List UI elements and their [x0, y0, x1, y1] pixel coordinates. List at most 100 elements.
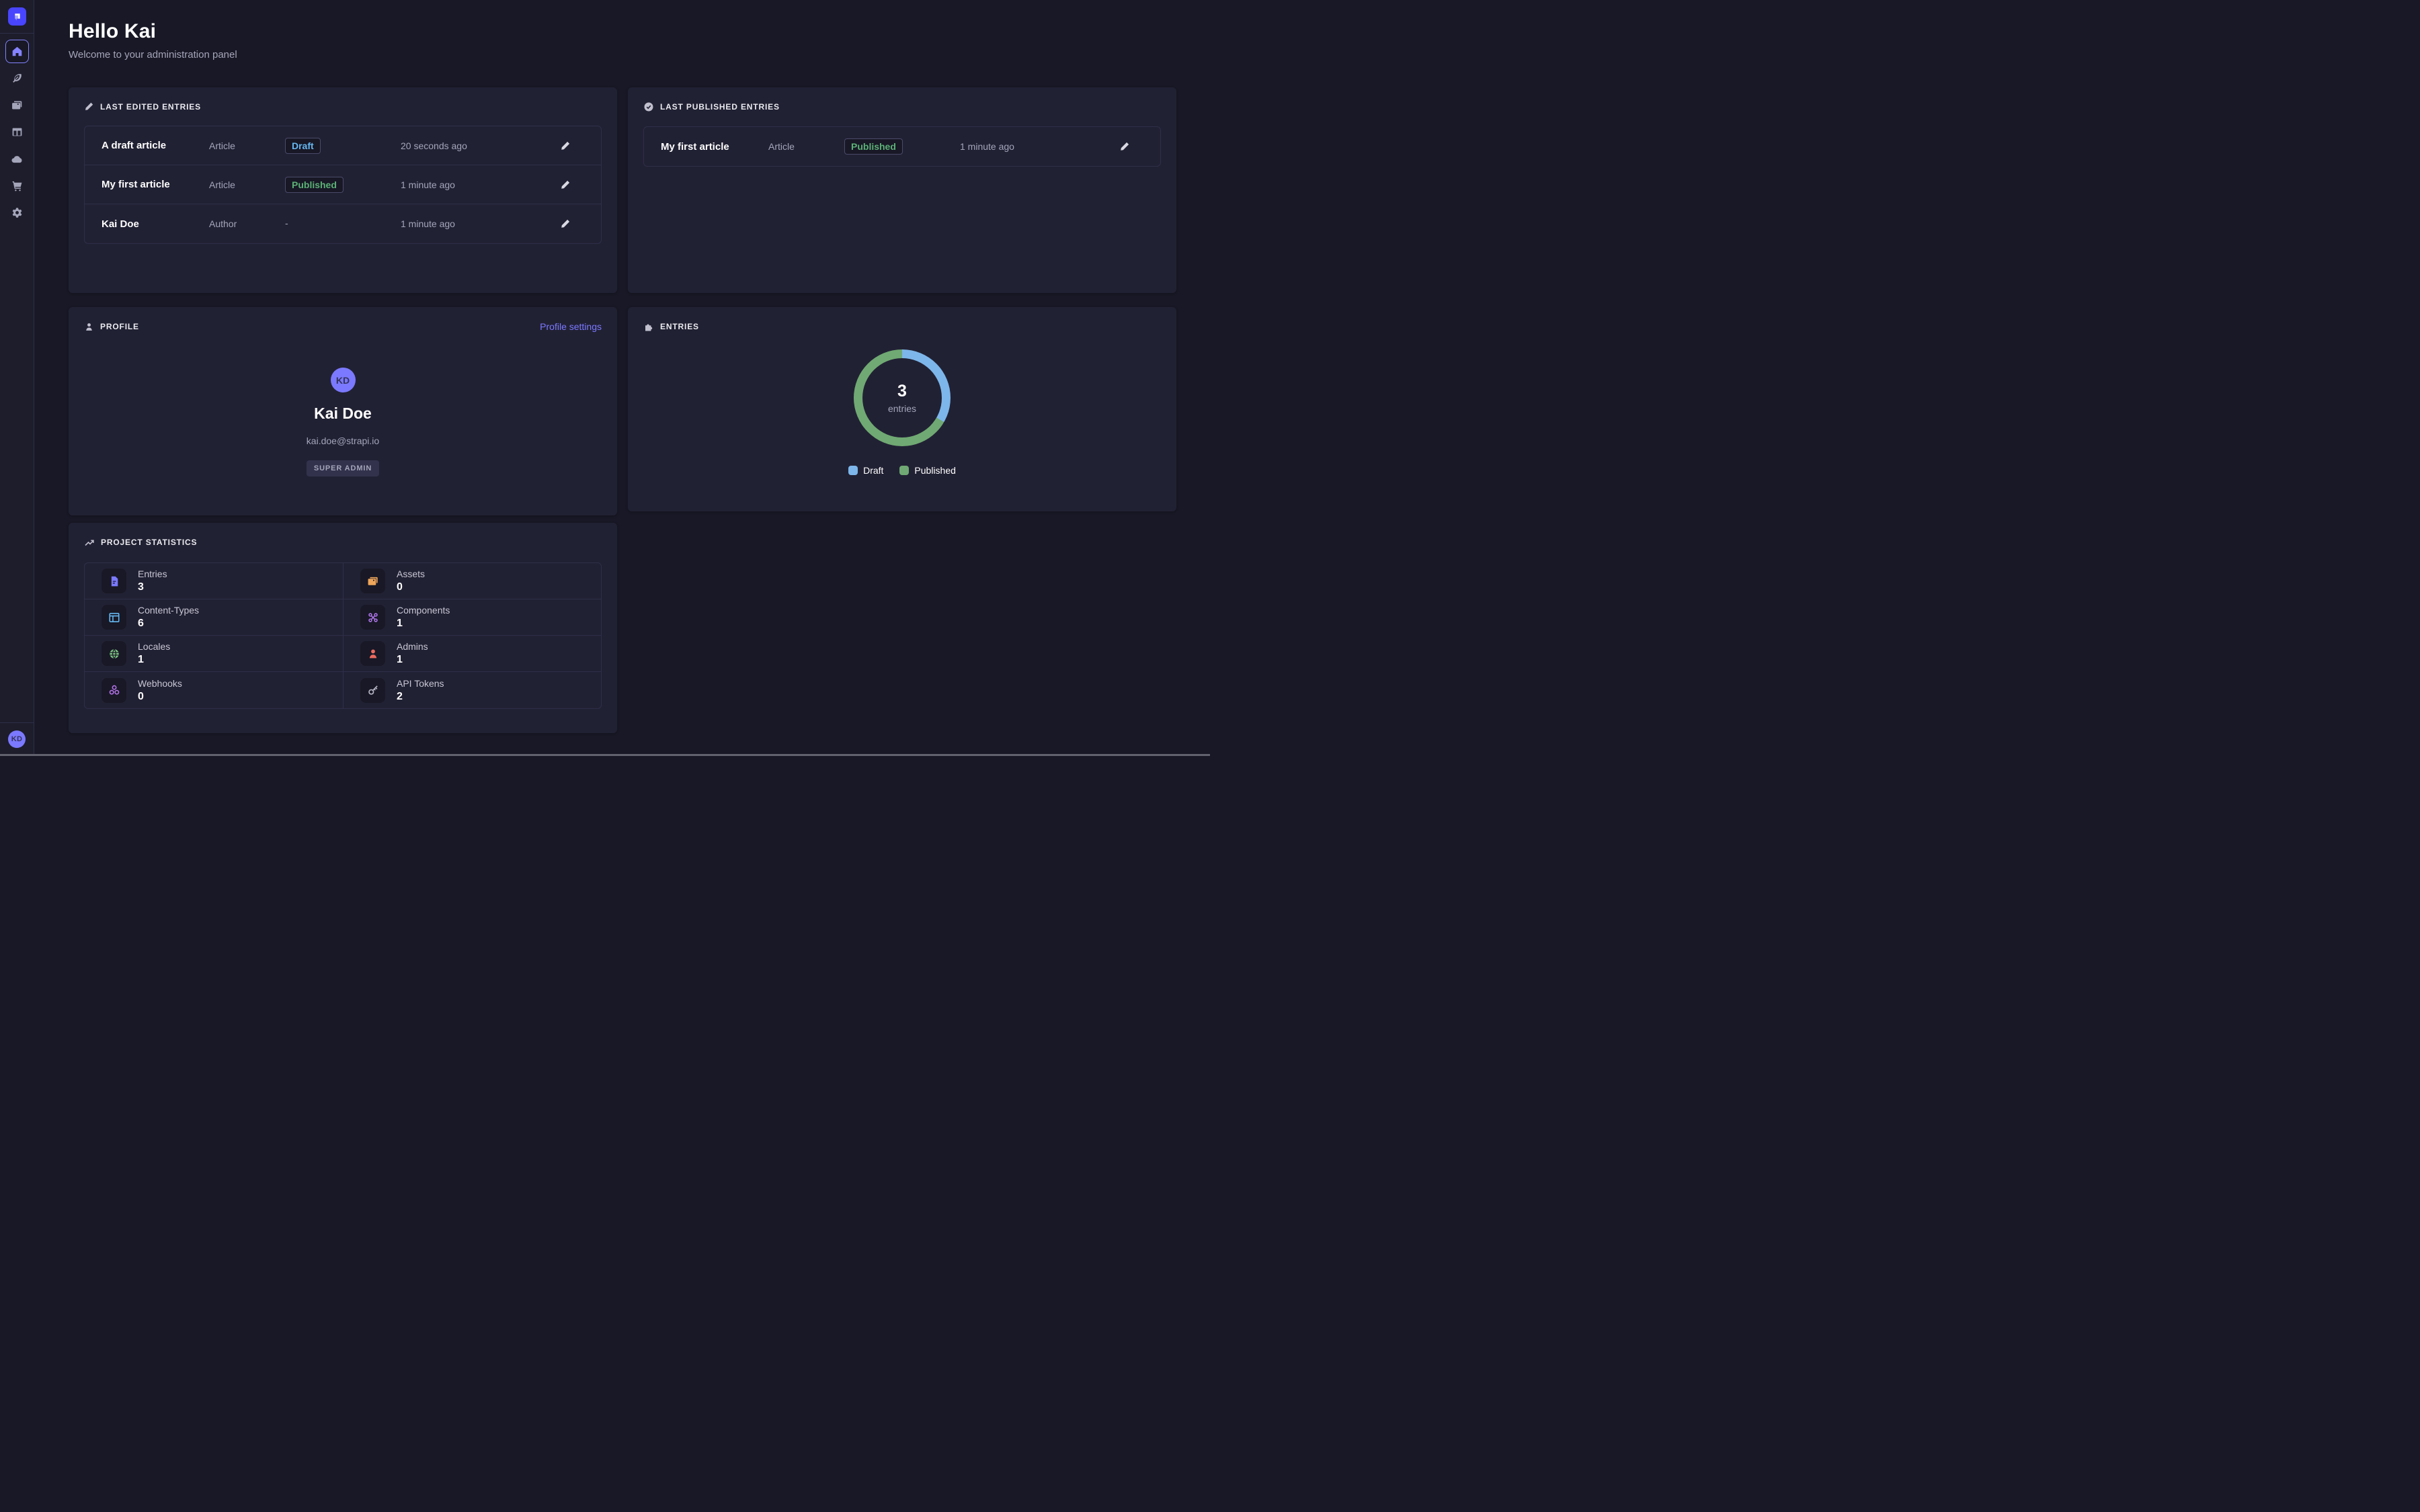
cloud-icon [11, 153, 23, 165]
panel-title: PROFILE [100, 322, 139, 331]
panel-title: LAST PUBLISHED ENTRIES [660, 102, 780, 112]
right-column: LAST PUBLISHED ENTRIES My first article … [628, 87, 1176, 733]
edit-entry-button[interactable] [557, 138, 573, 154]
home-icon [11, 46, 23, 57]
last-edited-entries-panel: LAST EDITED ENTRIES A draft article Arti… [69, 87, 617, 293]
sidebar-item-marketplace[interactable] [5, 174, 29, 198]
profile-body: KD Kai Doe kai.doe@strapi.io SUPER ADMIN [69, 332, 617, 476]
entry-status: - [285, 218, 401, 230]
stat-components: Components1 [343, 599, 601, 636]
entry-type: Author [209, 218, 285, 229]
entry-status: Draft [285, 138, 401, 154]
stat-label: API Tokens [397, 678, 444, 689]
stat-webhooks: Webhooks0 [85, 672, 343, 708]
document-icon [108, 575, 120, 587]
entry-status: Published [285, 177, 401, 193]
statistics-grid: Entries3 Assets0 Content-Types6 Com [84, 562, 602, 709]
stat-label: Entries [138, 569, 167, 579]
entry-name: Kai Doe [102, 218, 209, 230]
pencil-icon [560, 140, 571, 151]
last-edited-header: LAST EDITED ENTRIES [69, 87, 617, 112]
edit-entry-button[interactable] [557, 177, 573, 193]
entry-time: 20 seconds ago [401, 140, 545, 151]
sidebar-user-avatar[interactable]: KD [8, 730, 26, 748]
stat-locales: Locales 1 [85, 636, 343, 672]
edit-entry-button[interactable] [557, 216, 573, 232]
entry-type: Article [768, 141, 844, 152]
screen-bottom-edge [0, 754, 1210, 756]
entries-total: 3 [897, 382, 907, 401]
sidebar-item-deploy[interactable] [5, 147, 29, 171]
statistics-header: PROJECT STATISTICS [69, 523, 617, 548]
published-swatch [899, 466, 909, 475]
entry-time: 1 minute ago [960, 141, 1104, 152]
sidebar-item-home[interactable] [5, 40, 29, 63]
status-badge: - [285, 218, 288, 228]
dashboard-grid: LAST EDITED ENTRIES A draft article Arti… [69, 87, 1176, 733]
draft-swatch [848, 466, 858, 475]
sidebar-bottom-divider [0, 722, 34, 723]
sidebar-item-settings[interactable] [5, 201, 29, 224]
profile-settings-link[interactable]: Profile settings [540, 321, 602, 332]
entry-name: My first article [661, 141, 768, 153]
pencil-icon [560, 218, 571, 229]
entry-type: Article [209, 179, 285, 190]
stat-entries: Entries3 [85, 563, 343, 599]
table-row[interactable]: Kai Doe Author - 1 minute ago [85, 204, 601, 243]
stat-value: 0 [138, 691, 182, 703]
last-edited-table: A draft article Article Draft 20 seconds… [84, 126, 602, 244]
legend-label: Draft [863, 465, 883, 476]
key-icon [367, 684, 379, 696]
strapi-logo-icon [12, 11, 22, 22]
left-column: LAST EDITED ENTRIES A draft article Arti… [69, 87, 617, 733]
table-row[interactable]: My first article Article Published 1 min… [644, 127, 1160, 166]
last-published-header: LAST PUBLISHED ENTRIES [628, 87, 1176, 112]
profile-name: Kai Doe [314, 405, 372, 423]
trend-up-icon [84, 537, 95, 548]
stat-value: 1 [138, 654, 170, 666]
last-published-entries-panel: LAST PUBLISHED ENTRIES My first article … [628, 87, 1176, 293]
sidebar-item-media-library[interactable] [5, 93, 29, 117]
strapi-logo[interactable] [8, 7, 26, 26]
entries-total-label: entries [888, 403, 916, 414]
project-statistics-panel: PROJECT STATISTICS Entries3 Assets0 [69, 523, 617, 733]
cart-icon [11, 180, 23, 192]
stat-admins: Admins1 [343, 636, 601, 672]
status-badge: Published [844, 138, 903, 155]
globe-icon [108, 648, 120, 660]
legend-label: Published [914, 465, 956, 476]
status-badge: Draft [285, 138, 321, 154]
status-badge: Published [285, 177, 344, 193]
chart-legend: Draft Published [848, 465, 956, 476]
pencil-icon [560, 179, 571, 190]
stat-label: Locales [138, 641, 170, 652]
profile-email: kai.doe@strapi.io [307, 435, 379, 446]
stat-label: Content-Types [138, 605, 199, 616]
page-subtitle: Welcome to your administration panel [69, 49, 1176, 60]
sidebar-item-content-type-builder[interactable] [5, 120, 29, 144]
user-icon [84, 322, 94, 332]
check-circle-icon [643, 101, 654, 112]
user-icon [367, 648, 379, 660]
layout-icon [108, 612, 120, 624]
stat-value: 1 [397, 654, 428, 666]
puzzle-icon [643, 321, 654, 332]
images-icon [11, 99, 23, 111]
table-row[interactable]: A draft article Article Draft 20 seconds… [85, 126, 601, 165]
edit-entry-button[interactable] [1117, 138, 1133, 155]
entries-chart: 3 entries Draft Published [628, 332, 1176, 476]
entry-time: 1 minute ago [401, 179, 545, 190]
legend-item-draft: Draft [848, 465, 883, 476]
sidebar: KD [0, 0, 34, 756]
profile-avatar: KD [331, 368, 356, 392]
images-icon [367, 575, 379, 587]
main-content: Hello Kai Welcome to your administration… [34, 0, 1210, 756]
last-published-table: My first article Article Published 1 min… [643, 126, 1161, 167]
sidebar-item-content-manager[interactable] [5, 67, 29, 90]
components-icon [367, 612, 379, 624]
role-badge: SUPER ADMIN [307, 460, 379, 476]
profile-panel: PROFILE Profile settings KD Kai Doe kai.… [69, 307, 617, 515]
table-row[interactable]: My first article Article Published 1 min… [85, 165, 601, 204]
pencil-icon [84, 101, 94, 112]
stat-value: 1 [397, 618, 450, 630]
